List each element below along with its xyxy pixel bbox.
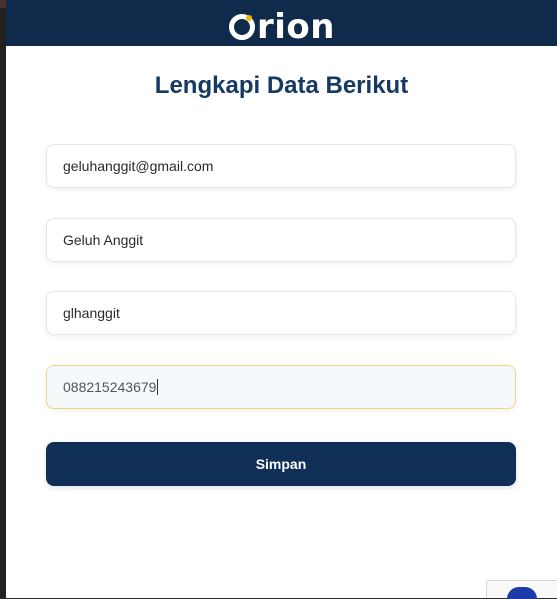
form-card: Lengkapi Data Berikut geluhanggit@gmail.… xyxy=(6,46,557,598)
username-field[interactable]: glhanggit xyxy=(46,291,516,335)
name-field[interactable]: Geluh Anggit xyxy=(46,218,516,262)
orion-o-logo-icon xyxy=(228,13,256,41)
phone-field[interactable]: 088215243679 xyxy=(46,365,516,409)
save-button[interactable]: Simpan xyxy=(46,442,516,486)
username-field-value: glhanggit xyxy=(63,305,120,321)
phone-field-value: 088215243679 xyxy=(63,379,157,395)
orion-logo: rion xyxy=(228,7,335,47)
recaptcha-icon xyxy=(507,587,537,599)
email-field-value: geluhanggit@gmail.com xyxy=(63,158,214,174)
name-field-value: Geluh Anggit xyxy=(63,232,144,248)
app-header: rion xyxy=(6,0,557,47)
page-title: Lengkapi Data Berikut xyxy=(154,72,409,99)
email-field[interactable]: geluhanggit@gmail.com xyxy=(46,144,516,188)
recaptcha-badge[interactable] xyxy=(486,580,557,599)
logo-text: rion xyxy=(257,7,335,47)
text-caret xyxy=(157,379,159,395)
